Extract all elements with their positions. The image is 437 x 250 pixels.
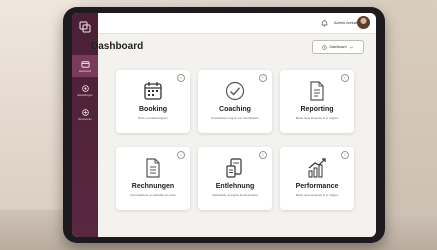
dashboard-icon (80, 60, 90, 68)
top-bar: Admin-ivekat (98, 13, 376, 34)
card-subtitle: Koordination: beginn von Koordination (211, 116, 259, 120)
bell-icon[interactable] (321, 19, 328, 27)
tablet-device: Dashboard Einstellungen Ressourcen Admin… (63, 7, 385, 243)
user-name[interactable]: Admin-ivekat (334, 20, 357, 25)
card-title: Rechnungen (131, 183, 175, 190)
info-icon[interactable]: i (177, 74, 185, 82)
calendar-icon (144, 82, 162, 100)
card-subtitle: Beide rame kreporter ih to mitgres (295, 116, 339, 120)
resources-icon (81, 108, 89, 116)
chart-icon (308, 158, 326, 178)
sidebar-item-dashboard[interactable]: Dashboard (72, 55, 98, 77)
document-icon (310, 81, 324, 101)
sidebar-item-label: Einstellungen (77, 93, 93, 97)
dashboard-dropdown[interactable]: Dashboard (312, 40, 364, 54)
dropdown-label: Dashboard (329, 45, 347, 49)
clock-icon (322, 44, 328, 50)
card-subtitle: Selbstdeite: at ingehe ferutrsionsefre (212, 193, 258, 197)
card-title: Entlehnung (215, 183, 255, 190)
chevron-down-icon (349, 46, 353, 49)
info-icon[interactable]: i (341, 74, 349, 82)
sidebar-item-resources[interactable]: Ressourcen (72, 103, 98, 125)
card-rechnungen[interactable]: i Rechnungen Kommittations: an dieKelke … (116, 147, 190, 210)
info-icon[interactable]: i (259, 151, 267, 159)
card-title: Coaching (219, 106, 251, 113)
card-subtitle: Beide rame kreporter ih to mitgres (295, 193, 339, 197)
tablet-screen: Dashboard Einstellungen Ressourcen Admin… (72, 13, 376, 237)
devices-icon (226, 158, 242, 178)
app-logo-icon[interactable] (79, 21, 91, 33)
sidebar-item-label: Ressourcen (78, 117, 92, 121)
sidebar-item-settings[interactable]: Einstellungen (72, 79, 98, 101)
card-title: Performance (295, 183, 339, 190)
sidebar-item-label: Dashboard (78, 69, 92, 73)
settings-icon (81, 84, 89, 92)
check-circle-icon (225, 81, 245, 101)
page-title: Dashboard (91, 41, 144, 52)
avatar[interactable] (357, 16, 370, 29)
card-title: Booking (139, 106, 167, 113)
card-entlehnung[interactable]: i Entlehnung Selbstdeite: at ingehe feru… (198, 147, 272, 210)
info-icon[interactable]: i (177, 151, 185, 159)
card-subtitle: Buch- ja reaktioningsen (138, 116, 168, 120)
card-title: Reporting (300, 106, 334, 113)
card-coaching[interactable]: i Coaching Koordination: beginn von Koor… (198, 70, 272, 133)
card-reporting[interactable]: i Reporting Beide rame kreporter ih to m… (280, 70, 354, 133)
info-icon[interactable]: i (341, 151, 349, 159)
card-subtitle: Kommittations: an dieKelke fur.mede (130, 193, 176, 197)
invoice-icon (146, 158, 160, 178)
card-performance[interactable]: i Performance Beide rame kreporter ih to… (280, 147, 354, 210)
info-icon[interactable]: i (259, 74, 267, 82)
card-booking[interactable]: i Booking Buch- ja reaktioningsen (116, 70, 190, 133)
